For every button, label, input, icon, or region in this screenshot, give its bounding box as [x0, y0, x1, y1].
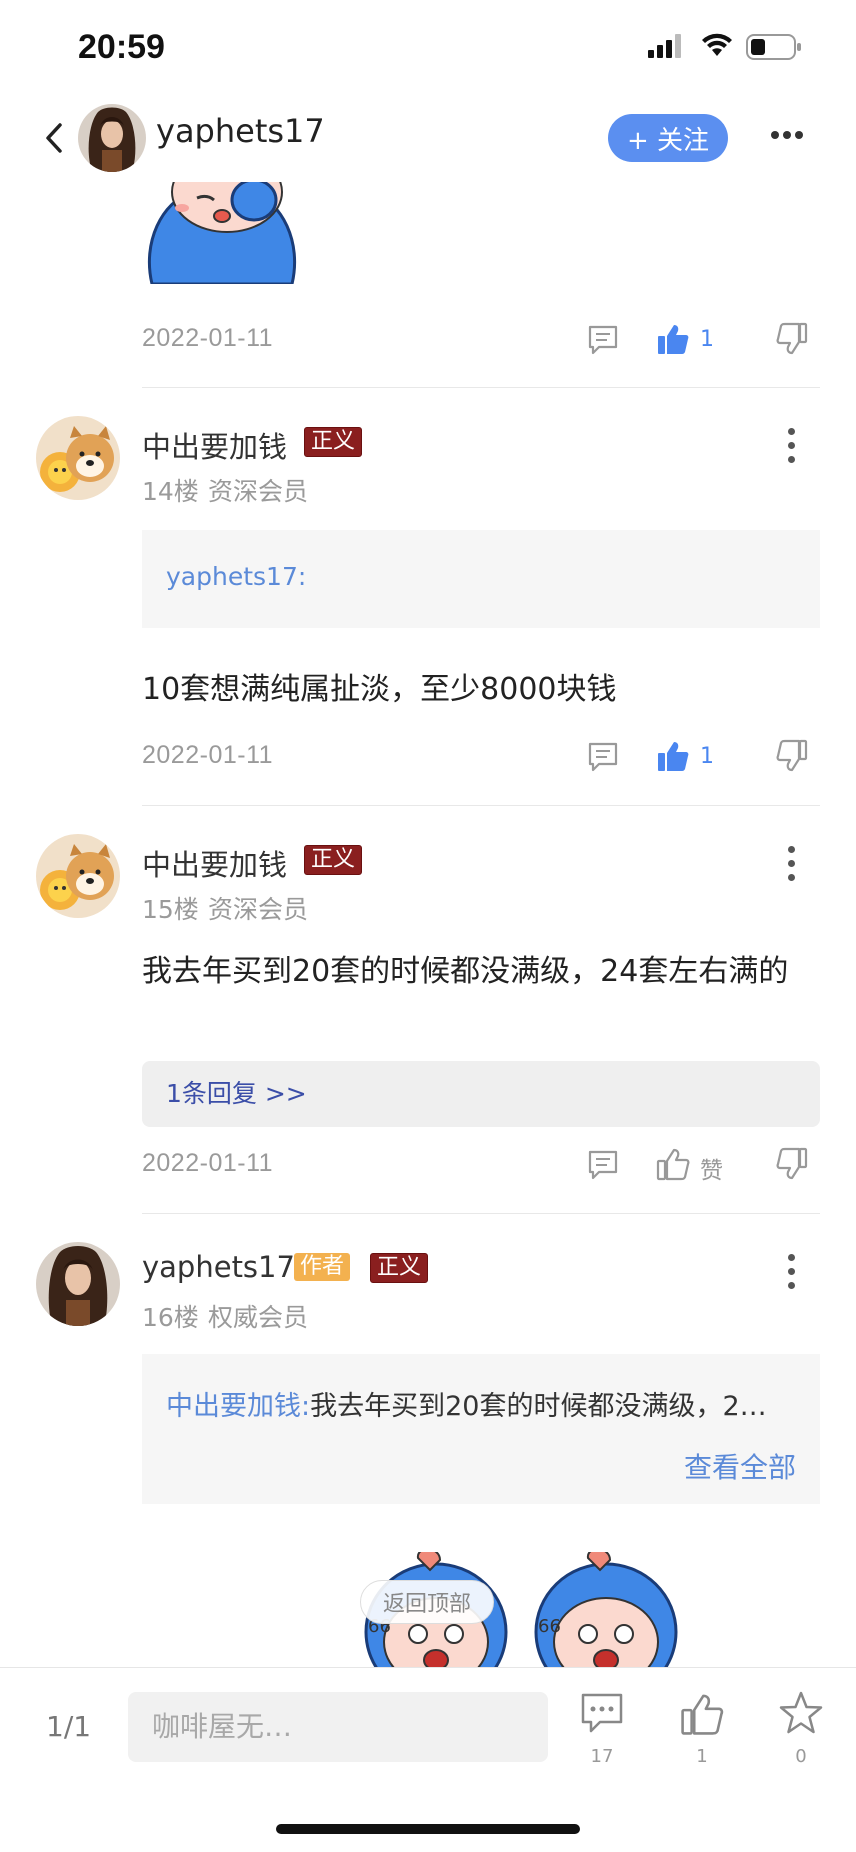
- badge-justice: 正义: [304, 845, 363, 875]
- header-username[interactable]: yaphets17: [156, 112, 325, 150]
- star-count: 0: [795, 1746, 807, 1767]
- like-label[interactable]: 赞: [700, 1151, 723, 1185]
- thumbs-up-icon[interactable]: [680, 1692, 724, 1736]
- user-avatar[interactable]: [36, 834, 120, 918]
- like-count: 1: [696, 1746, 708, 1767]
- member-rank: 权威会员: [208, 1303, 309, 1332]
- quote-box[interactable]: yaphets17:: [142, 530, 820, 628]
- divider: [142, 805, 820, 806]
- post-text: 10套想满纯属扯淡，至少8000块钱: [142, 672, 617, 707]
- post-date: 2022-01-11: [142, 324, 274, 352]
- user-avatar[interactable]: [36, 1242, 120, 1326]
- thumbs-down-icon[interactable]: [774, 739, 808, 773]
- star-icon[interactable]: [778, 1690, 824, 1736]
- more-icon[interactable]: [770, 130, 804, 140]
- badge-justice: 正义: [304, 427, 363, 457]
- comment-icon[interactable]: [587, 741, 619, 773]
- reply-link[interactable]: 1条回复 >>: [142, 1061, 820, 1127]
- quote-text: 我去年买到20套的时候都没满级，2…: [310, 1391, 767, 1422]
- thumbs-up-icon[interactable]: [656, 1147, 690, 1181]
- kebab-icon[interactable]: [786, 1254, 796, 1296]
- like-count: 1: [700, 744, 714, 769]
- quote-author: yaphets17:: [166, 562, 307, 591]
- comment-icon[interactable]: [587, 324, 619, 356]
- battery-icon: [746, 34, 801, 60]
- kebab-icon[interactable]: [786, 428, 796, 470]
- view-all-link[interactable]: 查看全部: [684, 1446, 796, 1486]
- divider: [142, 387, 820, 388]
- thumbs-down-icon[interactable]: [774, 1147, 808, 1181]
- thumbs-up-icon[interactable]: [656, 322, 690, 356]
- thumbs-up-icon[interactable]: [656, 739, 690, 773]
- post-text: 我去年买到20套的时候都没满级，24套左右满的: [142, 954, 789, 989]
- svg-text:66: 66: [538, 1616, 561, 1637]
- wifi-icon: [702, 33, 732, 56]
- floor-number: 15楼: [142, 895, 199, 924]
- floor-number: 16楼: [142, 1303, 199, 1332]
- post-date: 2022-01-11: [142, 1149, 274, 1177]
- follow-button[interactable]: + 关注: [608, 114, 728, 162]
- member-rank: 资深会员: [208, 477, 309, 506]
- comment-icon[interactable]: [580, 1692, 624, 1734]
- kebab-icon[interactable]: [786, 846, 796, 888]
- badge-justice: 正义: [370, 1253, 429, 1283]
- user-name[interactable]: yaphets17: [142, 1250, 295, 1284]
- back-to-top-button[interactable]: 返回顶部: [360, 1580, 494, 1624]
- sticker-image: [142, 182, 304, 284]
- badge-author: 作者: [294, 1253, 351, 1281]
- page-indicator[interactable]: 1/1: [46, 1710, 91, 1743]
- comment-icon[interactable]: [587, 1149, 619, 1181]
- home-indicator: [276, 1824, 580, 1834]
- post-date: 2022-01-11: [142, 741, 274, 769]
- user-name[interactable]: 中出要加钱: [142, 424, 287, 466]
- comment-input[interactable]: 咖啡屋无…: [128, 1692, 548, 1762]
- user-name[interactable]: 中出要加钱: [142, 842, 287, 884]
- thumbs-down-icon[interactable]: [774, 322, 808, 356]
- floor-number: 14楼: [142, 477, 199, 506]
- quote-author: 中出要加钱:: [166, 1391, 311, 1422]
- user-avatar[interactable]: [36, 416, 120, 500]
- back-arrow-icon[interactable]: [44, 122, 64, 154]
- status-time: 20:59: [78, 28, 165, 66]
- cellular-signal-icon: [648, 34, 681, 58]
- divider: [142, 1213, 820, 1214]
- header-avatar[interactable]: [78, 104, 146, 172]
- member-rank: 资深会员: [208, 895, 309, 924]
- comment-count: 17: [590, 1746, 614, 1767]
- quote-box[interactable]: 中出要加钱:我去年买到20套的时候都没满级，2… 查看全部: [142, 1354, 820, 1504]
- like-count: 1: [700, 327, 714, 352]
